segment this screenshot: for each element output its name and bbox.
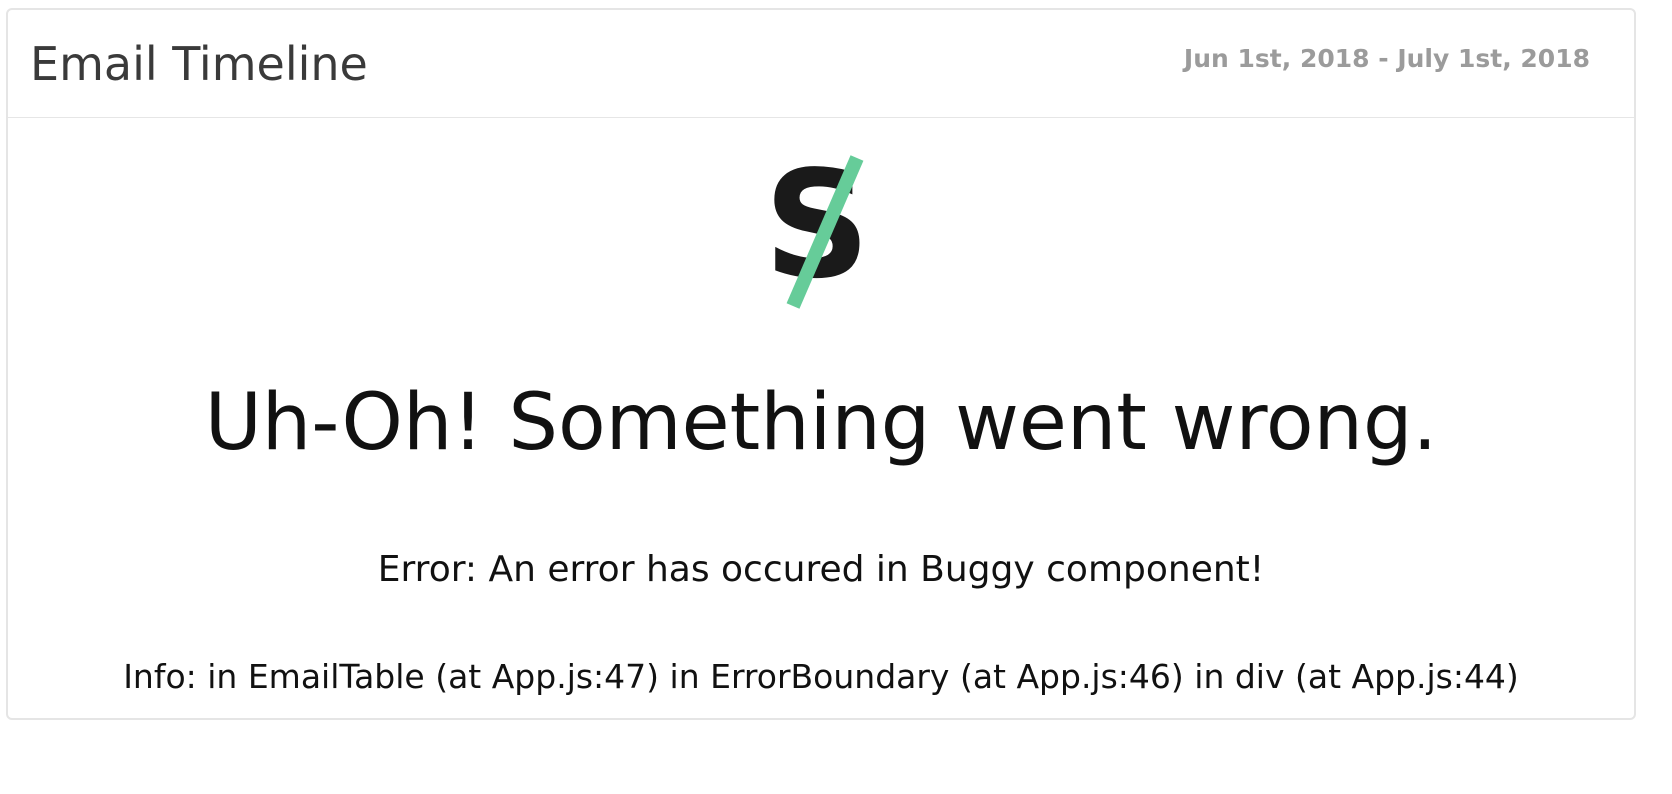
error-info-stack: Info: in EmailTable (at App.js:47) in Er… [123, 657, 1519, 696]
email-timeline-panel: Email Timeline Jun 1st, 2018 - July 1st,… [6, 8, 1636, 720]
error-boundary-view: S Uh-Oh! Something went wrong. Error: An… [8, 118, 1634, 718]
date-range-label: Jun 1st, 2018 - July 1st, 2018 [1183, 44, 1590, 73]
error-message: Error: An error has occured in Buggy com… [377, 549, 1265, 590]
panel-header: Email Timeline Jun 1st, 2018 - July 1st,… [8, 10, 1634, 118]
error-headline: Uh-Oh! Something went wrong. [204, 378, 1438, 468]
panel-title: Email Timeline [30, 36, 368, 91]
crossed-out-s-logo-icon: S [761, 154, 881, 314]
